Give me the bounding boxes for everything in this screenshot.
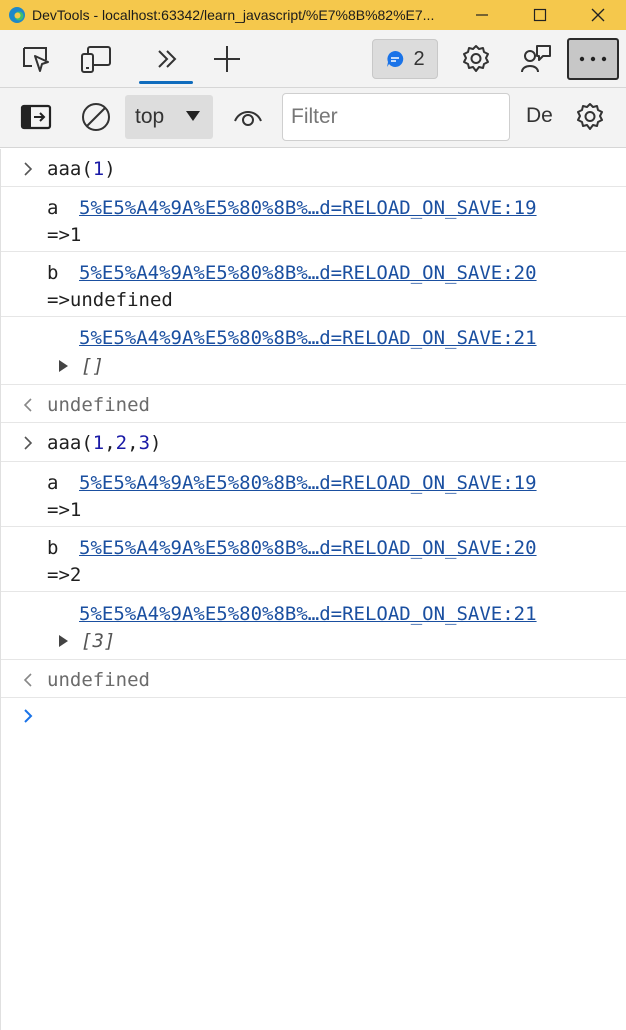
settings-button[interactable] — [455, 38, 497, 80]
console-command: aaa(1,2,3) — [47, 432, 162, 454]
expand-triangle-icon[interactable] — [58, 360, 68, 372]
minimize-button[interactable] — [454, 0, 510, 30]
feedback-button[interactable] — [514, 38, 558, 80]
context-selector[interactable]: top — [125, 95, 213, 139]
main-toolbar: 2 — [0, 30, 626, 88]
console-input-row: aaa(1,2,3) — [1, 423, 626, 462]
close-icon — [591, 8, 605, 22]
console-prompt[interactable] — [1, 698, 626, 738]
chevron-down-icon — [186, 111, 200, 121]
console-log-row: 5%E5%A4%9A%E5%80%8B%…d=RELOAD_ON_SAVE:21… — [1, 317, 626, 385]
issues-count: 2 — [413, 47, 425, 70]
source-link[interactable]: 5%E5%A4%9A%E5%80%8B%…d=RELOAD_ON_SAVE:19 — [79, 197, 537, 219]
console-log-row: a 5%E5%A4%9A%E5%80%8B%…d=RELOAD_ON_SAVE:… — [1, 187, 626, 252]
log-levels-dropdown[interactable]: De — [526, 104, 553, 128]
show-sidebar-button[interactable] — [16, 96, 56, 138]
source-link[interactable]: 5%E5%A4%9A%E5%80%8B%…d=RELOAD_ON_SAVE:20 — [79, 537, 537, 559]
context-value: top — [135, 105, 165, 128]
console-log-row: a 5%E5%A4%9A%E5%80%8B%…d=RELOAD_ON_SAVE:… — [1, 462, 626, 527]
log-label: b — [47, 537, 59, 559]
issues-icon — [387, 50, 404, 67]
active-tab-indicator — [139, 81, 193, 84]
console-input-row: aaa(1) — [1, 149, 626, 187]
log-label: b — [47, 262, 59, 284]
array-value[interactable]: [] — [81, 355, 104, 377]
log-label: a — [47, 197, 59, 219]
maximize-icon — [533, 8, 547, 22]
console-log-row: b 5%E5%A4%9A%E5%80%8B%…d=RELOAD_ON_SAVE:… — [1, 252, 626, 317]
console-log-row: b 5%E5%A4%9A%E5%80%8B%…d=RELOAD_ON_SAVE:… — [1, 527, 626, 592]
device-emulation-icon — [81, 46, 111, 73]
new-tab-icon — [214, 46, 240, 72]
inspect-button[interactable] — [14, 38, 58, 80]
device-emulation-button[interactable] — [74, 38, 118, 80]
result-chevron-icon — [23, 398, 32, 412]
log-value: =>1 — [47, 224, 82, 246]
sidebar-toggle-icon — [20, 104, 52, 130]
console-panel[interactable]: aaa(1) a 5%E5%A4%9A%E5%80%8B%…d=RELOAD_O… — [0, 149, 626, 1030]
log-value: =>2 — [47, 564, 82, 586]
console-toolbar: top De — [0, 88, 626, 148]
console-settings-button[interactable] — [570, 96, 610, 138]
more-options-button[interactable] — [567, 38, 619, 80]
result-value: undefined — [47, 394, 150, 416]
result-value: undefined — [47, 669, 150, 691]
title-bar: DevTools - localhost:63342/learn_javascr… — [0, 0, 626, 30]
minimize-icon — [476, 14, 488, 16]
window-title: DevTools - localhost:63342/learn_javascr… — [32, 7, 435, 23]
inspect-icon — [23, 47, 49, 72]
log-value: =>undefined — [47, 289, 173, 311]
result-chevron-icon — [23, 673, 32, 687]
input-chevron-icon — [24, 436, 33, 450]
settings-icon — [577, 103, 603, 130]
tab-more-tools[interactable] — [146, 38, 188, 80]
clear-icon — [82, 103, 110, 131]
feedback-icon — [521, 45, 551, 73]
eye-icon — [234, 111, 262, 126]
edge-icon — [8, 6, 26, 24]
console-result-row: undefined — [1, 660, 626, 698]
more-tabs-icon — [158, 50, 177, 68]
console-result-row: undefined — [1, 385, 626, 423]
maximize-button[interactable] — [512, 0, 568, 30]
source-link[interactable]: 5%E5%A4%9A%E5%80%8B%…d=RELOAD_ON_SAVE:21 — [79, 327, 537, 349]
more-options-icon — [579, 56, 607, 62]
clear-console-button[interactable] — [76, 96, 116, 138]
console-command: aaa(1) — [47, 158, 116, 180]
source-link[interactable]: 5%E5%A4%9A%E5%80%8B%…d=RELOAD_ON_SAVE:19 — [79, 472, 537, 494]
new-tab-button[interactable] — [206, 38, 248, 80]
source-link[interactable]: 5%E5%A4%9A%E5%80%8B%…d=RELOAD_ON_SAVE:21 — [79, 603, 537, 625]
log-label: a — [47, 472, 59, 494]
filter-input[interactable] — [282, 93, 510, 141]
input-chevron-icon — [24, 162, 33, 176]
prompt-chevron-icon — [24, 709, 33, 723]
array-value[interactable]: [3] — [81, 630, 115, 652]
expand-triangle-icon[interactable] — [58, 635, 68, 647]
settings-icon — [463, 45, 489, 72]
issues-button[interactable]: 2 — [372, 39, 438, 79]
log-value: =>1 — [47, 499, 82, 521]
close-button[interactable] — [570, 0, 626, 30]
live-expression-button[interactable] — [228, 96, 268, 138]
source-link[interactable]: 5%E5%A4%9A%E5%80%8B%…d=RELOAD_ON_SAVE:20 — [79, 262, 537, 284]
console-log-row: 5%E5%A4%9A%E5%80%8B%…d=RELOAD_ON_SAVE:21… — [1, 592, 626, 660]
